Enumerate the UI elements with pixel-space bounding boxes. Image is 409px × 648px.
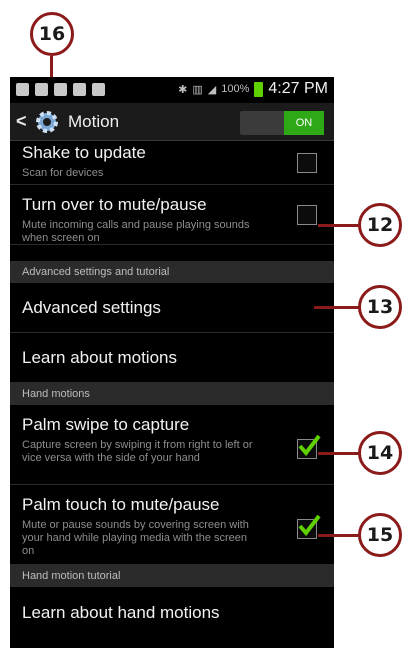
action-bar: < Motion ON — [10, 103, 334, 141]
wifi-icon: ◢ — [207, 83, 217, 96]
page-title: Motion — [68, 112, 120, 131]
row-title: Shake to update — [22, 143, 146, 162]
usb-icon — [35, 83, 48, 96]
section-header-hand: Hand motions — [10, 383, 334, 405]
callout-16: 16 — [30, 12, 74, 56]
notification-icons — [16, 83, 105, 96]
palm-touch-checkbox[interactable] — [297, 514, 321, 539]
shake-checkbox[interactable] — [297, 153, 317, 173]
toggle-on-label: ON — [284, 111, 324, 135]
status-right: ✱ ▥ ◢ 100% 4:27 PM — [178, 80, 328, 98]
row-subtitle: Scan for devices — [22, 167, 104, 179]
learn-motions-row[interactable]: Learn about motions — [10, 333, 334, 383]
row-title: Turn over to mute/pause — [22, 195, 207, 214]
learn-hand-motions-row[interactable]: Learn about hand motions — [10, 587, 334, 637]
row-title: Palm touch to mute/pause — [22, 495, 220, 514]
callout-13-leader — [314, 306, 362, 309]
status-bar: ✱ ▥ ◢ 100% 4:27 PM — [10, 77, 334, 103]
row-title: Learn about motions — [22, 348, 177, 367]
bluetooth-icon: ✱ — [178, 83, 188, 96]
battery-icon — [254, 81, 264, 97]
gear-icon[interactable] — [34, 109, 60, 135]
battery-percent: 100% — [221, 83, 250, 95]
gmail-icon — [92, 83, 105, 96]
section-header-advanced: Advanced settings and tutorial — [10, 261, 334, 283]
callout-13: 13 — [358, 285, 402, 329]
row-title: Learn about hand motions — [22, 603, 220, 622]
clock: 4:27 PM — [268, 80, 328, 97]
palm-swipe-row[interactable]: Palm swipe to capture Capture screen by … — [10, 405, 334, 485]
advanced-settings-row[interactable]: Advanced settings — [10, 283, 334, 333]
phone-screen: ✱ ▥ ◢ 100% 4:27 PM < Motion ON Shake to … — [10, 77, 334, 648]
row-subtitle: Capture screen by swiping it from right … — [22, 439, 253, 464]
row-subtitle: Mute or pause sounds by covering screen … — [22, 519, 249, 557]
row-title: Advanced settings — [22, 298, 161, 317]
callout-12-leader — [318, 224, 362, 227]
row-subtitle: Mute incoming calls and pause playing so… — [22, 219, 250, 244]
shake-to-update-row[interactable]: Shake to update Scan for devices — [10, 141, 334, 185]
callout-12: 12 — [358, 203, 402, 247]
callout-15: 15 — [358, 513, 402, 557]
facebook-icon — [54, 83, 67, 96]
back-chevron-icon[interactable]: < — [16, 111, 27, 132]
vibrate-icon: ▥ — [192, 83, 203, 96]
notification-icon — [16, 83, 29, 96]
mail-icon — [73, 83, 86, 96]
palm-touch-row[interactable]: Palm touch to mute/pause Mute or pause s… — [10, 485, 334, 565]
callout-15-leader — [318, 534, 362, 537]
section-header-tutorial: Hand motion tutorial — [10, 565, 334, 587]
turn-over-checkbox[interactable] — [297, 205, 317, 225]
motion-toggle[interactable]: ON — [240, 111, 324, 135]
callout-14-leader — [318, 452, 362, 455]
callout-14: 14 — [358, 431, 402, 475]
turn-over-row[interactable]: Turn over to mute/pause Mute incoming ca… — [10, 185, 334, 245]
palm-swipe-checkbox[interactable] — [297, 434, 321, 459]
row-title: Palm swipe to capture — [22, 415, 190, 434]
